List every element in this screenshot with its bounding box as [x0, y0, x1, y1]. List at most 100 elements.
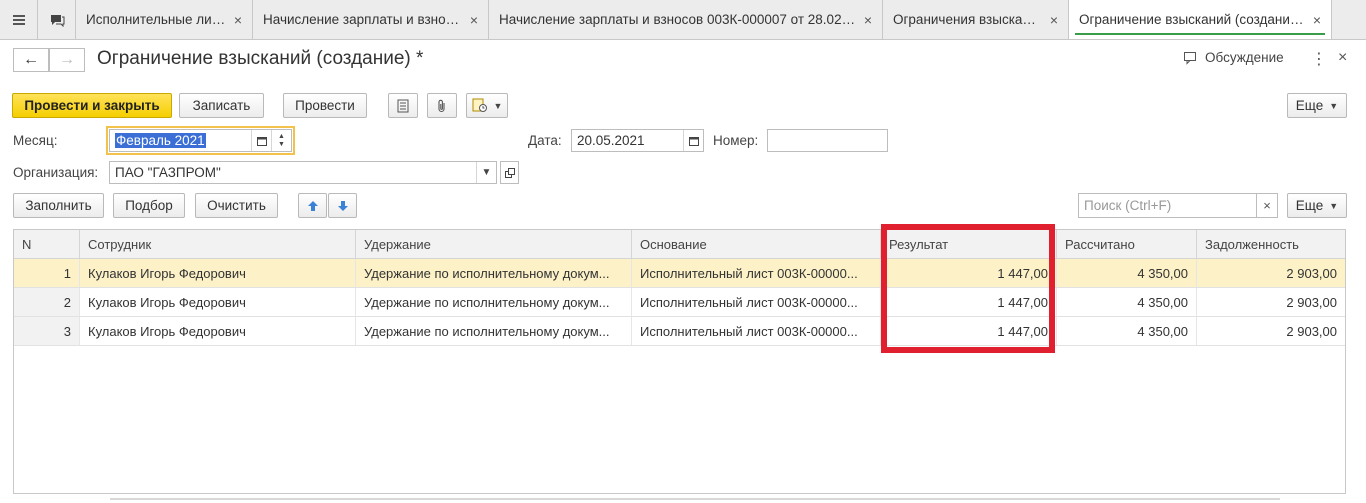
tab-collection-limits[interactable]: Ограничения взысканий × — [883, 0, 1069, 39]
attach-button[interactable] — [427, 93, 457, 118]
column-header-calculated[interactable]: Рассчитано — [1057, 230, 1197, 258]
back-button[interactable]: ← — [13, 48, 49, 72]
close-icon[interactable]: × — [1338, 49, 1347, 67]
column-header-result[interactable]: Результат — [881, 230, 1057, 258]
create-based-on-button[interactable]: ▼ — [466, 93, 508, 118]
date-value: 20.05.2021 — [577, 133, 645, 148]
close-icon[interactable]: × — [864, 12, 872, 28]
number-field[interactable] — [767, 129, 888, 152]
cell-debt: 2 903,00 — [1286, 265, 1337, 281]
close-icon[interactable]: × — [234, 12, 242, 28]
date-label: Дата: — [528, 133, 562, 148]
date-field[interactable]: 20.05.2021 — [571, 129, 704, 152]
cell-n: 1 — [14, 259, 80, 287]
discussion-label: Обсуждение — [1205, 50, 1284, 65]
cell-employee: Кулаков Игорь Федорович — [80, 288, 356, 316]
tab-payroll-doc[interactable]: Начисление зарплаты и взносов 003К-00000… — [489, 0, 883, 39]
report-button[interactable] — [388, 93, 418, 118]
pick-button[interactable]: Подбор — [113, 193, 185, 218]
organization-field[interactable]: ПАО "ГАЗПРОМ" ▼ — [109, 161, 497, 184]
caret-down-icon: ▼ — [1329, 200, 1339, 211]
chat-icon[interactable] — [38, 0, 76, 39]
document-list-icon — [397, 99, 409, 112]
tab-payroll[interactable]: Начисление зарплаты и взносов × — [253, 0, 489, 39]
tab-label: Начисление зарплаты и взносов — [263, 12, 462, 27]
table-row[interactable]: 1 Кулаков Игорь Федорович Удержание по и… — [14, 259, 1345, 288]
table-row[interactable]: 2 Кулаков Игорь Федорович Удержание по и… — [14, 288, 1345, 317]
discussion-icon — [1184, 51, 1196, 65]
document-clock-icon — [472, 98, 487, 112]
table-more-button[interactable]: Еще ▼ — [1287, 193, 1347, 218]
arrow-up-icon — [307, 200, 318, 211]
spin-buttons[interactable]: ▲ ▼ — [271, 130, 291, 151]
save-button[interactable]: Записать — [179, 93, 264, 118]
cell-basis: Исполнительный лист 003К-00000... — [632, 317, 881, 345]
open-organization-button[interactable] — [500, 161, 519, 184]
column-header-employee[interactable]: Сотрудник — [80, 230, 356, 258]
more-actions-button[interactable]: Еще ▼ — [1287, 93, 1347, 118]
search-placeholder: Поиск (Ctrl+F) — [1084, 198, 1172, 213]
post-and-close-button[interactable]: Провести и закрыть — [12, 93, 172, 118]
cell-result: 1 447,00 — [881, 288, 1057, 316]
table-row[interactable]: 3 Кулаков Игорь Федорович Удержание по и… — [14, 317, 1345, 346]
cell-result: 1 447,00 — [881, 259, 1057, 287]
tab-label: Ограничения взысканий — [893, 12, 1042, 27]
tab-bar: Исполнительные листы × Начисление зарпла… — [0, 0, 1366, 40]
column-header-deduction[interactable]: Удержание — [356, 230, 632, 258]
arrow-right-icon: → — [59, 51, 75, 68]
more-vert-icon[interactable]: ⋮ — [1311, 49, 1327, 69]
clear-button[interactable]: Очистить — [195, 193, 278, 218]
cell-deduction: Удержание по исполнительному докум... — [356, 288, 632, 316]
close-icon: × — [1263, 198, 1271, 213]
cell-deduction: Удержание по исполнительному докум... — [356, 259, 632, 287]
cell-employee: Кулаков Игорь Федорович — [80, 259, 356, 287]
column-header-basis[interactable]: Основание — [632, 230, 881, 258]
caret-down-icon: ▼ — [1329, 100, 1339, 111]
table-header: N Сотрудник Удержание Основание Результа… — [14, 230, 1345, 259]
paperclip-icon — [438, 99, 445, 112]
arrow-left-icon: ← — [23, 51, 39, 68]
tab-collection-limit-new[interactable]: Ограничение взысканий (создание) * × — [1069, 0, 1332, 39]
more-label: Еще — [1295, 198, 1324, 213]
cell-n: 2 — [14, 288, 80, 316]
dropdown-arrow-icon[interactable]: ▼ — [476, 162, 496, 183]
search-input[interactable]: Поиск (Ctrl+F) — [1078, 193, 1257, 218]
close-icon[interactable]: × — [1050, 12, 1058, 28]
spin-down-icon[interactable]: ▼ — [278, 141, 285, 149]
arrow-down-icon — [337, 200, 348, 211]
tab-executive-lists[interactable]: Исполнительные листы × — [76, 0, 253, 39]
cell-n: 3 — [14, 317, 80, 345]
organization-label: Организация: — [13, 165, 99, 180]
collection-table: N Сотрудник Удержание Основание Результа… — [13, 229, 1346, 494]
calendar-icon[interactable] — [683, 130, 703, 151]
close-icon[interactable]: × — [470, 12, 478, 28]
cell-result: 1 447,00 — [881, 317, 1057, 345]
column-header-n[interactable]: N — [14, 230, 80, 258]
month-field[interactable]: Февраль 2021 ▲ ▼ — [109, 129, 292, 152]
cell-basis: Исполнительный лист 003К-00000... — [632, 259, 881, 287]
caret-down-icon: ▼ — [493, 100, 503, 111]
clear-search-button[interactable]: × — [1256, 193, 1278, 218]
post-button[interactable]: Провести — [283, 93, 367, 118]
cell-employee: Кулаков Игорь Федорович — [80, 317, 356, 345]
tab-label: Исполнительные листы — [86, 12, 226, 27]
menu-grid-icon[interactable] — [0, 0, 38, 39]
tab-label: Ограничение взысканий (создание) * — [1079, 12, 1305, 27]
close-icon[interactable]: × — [1313, 12, 1321, 28]
number-label: Номер: — [713, 133, 759, 148]
page-title: Ограничение взысканий (создание) * — [97, 48, 424, 69]
month-field-focus: Февраль 2021 ▲ ▼ — [106, 126, 295, 155]
spin-up-icon[interactable]: ▲ — [278, 133, 285, 141]
calendar-icon[interactable] — [251, 130, 271, 151]
more-label: Еще — [1295, 98, 1324, 113]
move-down-button[interactable] — [328, 193, 357, 218]
move-up-button[interactable] — [298, 193, 327, 218]
open-link-icon — [504, 167, 515, 178]
discussion-button[interactable]: Обсуждение — [1183, 50, 1284, 65]
cell-debt: 2 903,00 — [1286, 323, 1337, 339]
forward-button[interactable]: → — [49, 48, 85, 72]
fill-button[interactable]: Заполнить — [13, 193, 104, 218]
cell-debt: 2 903,00 — [1286, 294, 1337, 310]
column-header-debt[interactable]: Задолженность — [1197, 230, 1345, 258]
cell-calculated: 4 350,00 — [1057, 288, 1197, 316]
